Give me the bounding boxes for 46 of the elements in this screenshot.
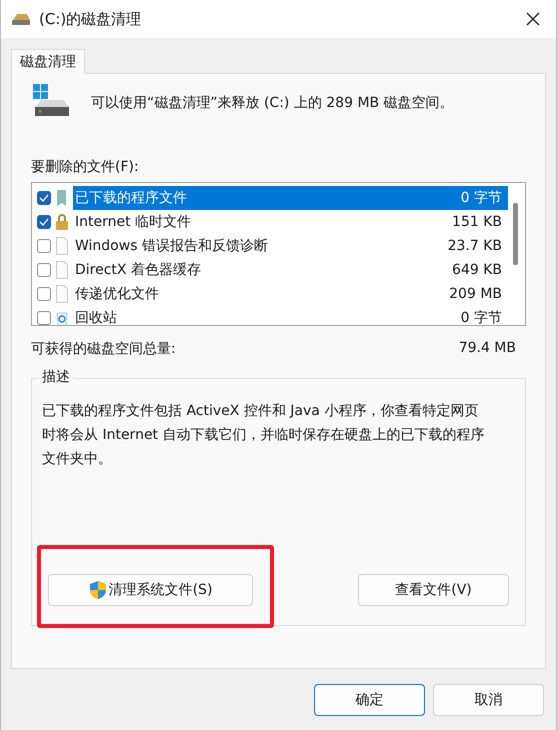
clean-system-files-button[interactable]: 清理系统文件(S) [48, 574, 253, 606]
file-name: Windows 错误报告和反馈诊断 [75, 237, 268, 255]
shield-icon [88, 580, 107, 600]
list-row[interactable]: Windows 错误报告和反馈诊断 23.7 KB [73, 234, 508, 258]
selected-row[interactable]: 已下载的程序文件 0 字节 [73, 186, 508, 210]
view-files-button[interactable]: 查看文件(V) [358, 574, 509, 606]
file-name: Internet 临时文件 [75, 213, 192, 231]
list-row[interactable]: 传递优化文件 209 MB [73, 282, 508, 306]
checkbox[interactable] [37, 287, 51, 301]
file-size: 649 KB [452, 262, 502, 278]
file-size: 23.7 KB [448, 238, 502, 254]
file-size: 209 MB [449, 286, 502, 302]
ok-button[interactable]: 确定 [314, 684, 425, 716]
group-title: 描述 [39, 368, 73, 386]
file-size: 0 字节 [460, 309, 502, 325]
document-icon [55, 285, 69, 303]
total-value: 79.4 MB [458, 340, 516, 358]
cancel-button[interactable]: 取消 [433, 684, 544, 716]
checkbox[interactable] [37, 215, 51, 229]
list-row[interactable]: DirectX 着色器缓存 649 KB [73, 258, 508, 282]
summary-text: 可以使用“磁盘清理”来释放 (C:) 上的 289 MB 磁盘空间。 [91, 94, 454, 113]
description-text: 已下载的程序文件包括 ActiveX 控件和 Java 小程序，你查看特定网页时将会从 Internet 自动下载它们，并临时保存在硬盘上的已下载的程序文件夹中。 [42, 402, 485, 469]
file-name: 已下载的程序文件 [75, 189, 187, 207]
lock-icon [55, 213, 69, 231]
window-title: (C:)的磁盘清理 [39, 10, 142, 28]
document-icon [55, 261, 69, 279]
file-name: DirectX 着色器缓存 [75, 261, 201, 279]
scrollbar-thumb[interactable] [513, 203, 518, 265]
check-icon [39, 218, 49, 226]
close-icon [525, 11, 541, 27]
checkbox[interactable] [37, 239, 51, 253]
checkbox[interactable] [37, 263, 51, 277]
file-size: 0 字节 [460, 189, 502, 207]
list-row[interactable]: 回收站 0 字节 [73, 306, 508, 325]
file-name: 回收站 [75, 309, 117, 325]
document-icon [55, 237, 69, 255]
file-size: 151 KB [452, 214, 502, 230]
checkbox[interactable] [37, 311, 51, 325]
checkbox[interactable] [37, 191, 51, 205]
list-row[interactable]: Internet 临时文件 151 KB [73, 210, 508, 234]
total-label: 可获得的磁盘空间总量: [31, 340, 176, 358]
check-icon [39, 194, 49, 202]
list-label: 要删除的文件(F): [31, 158, 140, 176]
drive-icon [11, 11, 31, 27]
file-name: 传递优化文件 [75, 285, 159, 303]
tab[interactable]: 磁盘清理 [11, 49, 85, 74]
